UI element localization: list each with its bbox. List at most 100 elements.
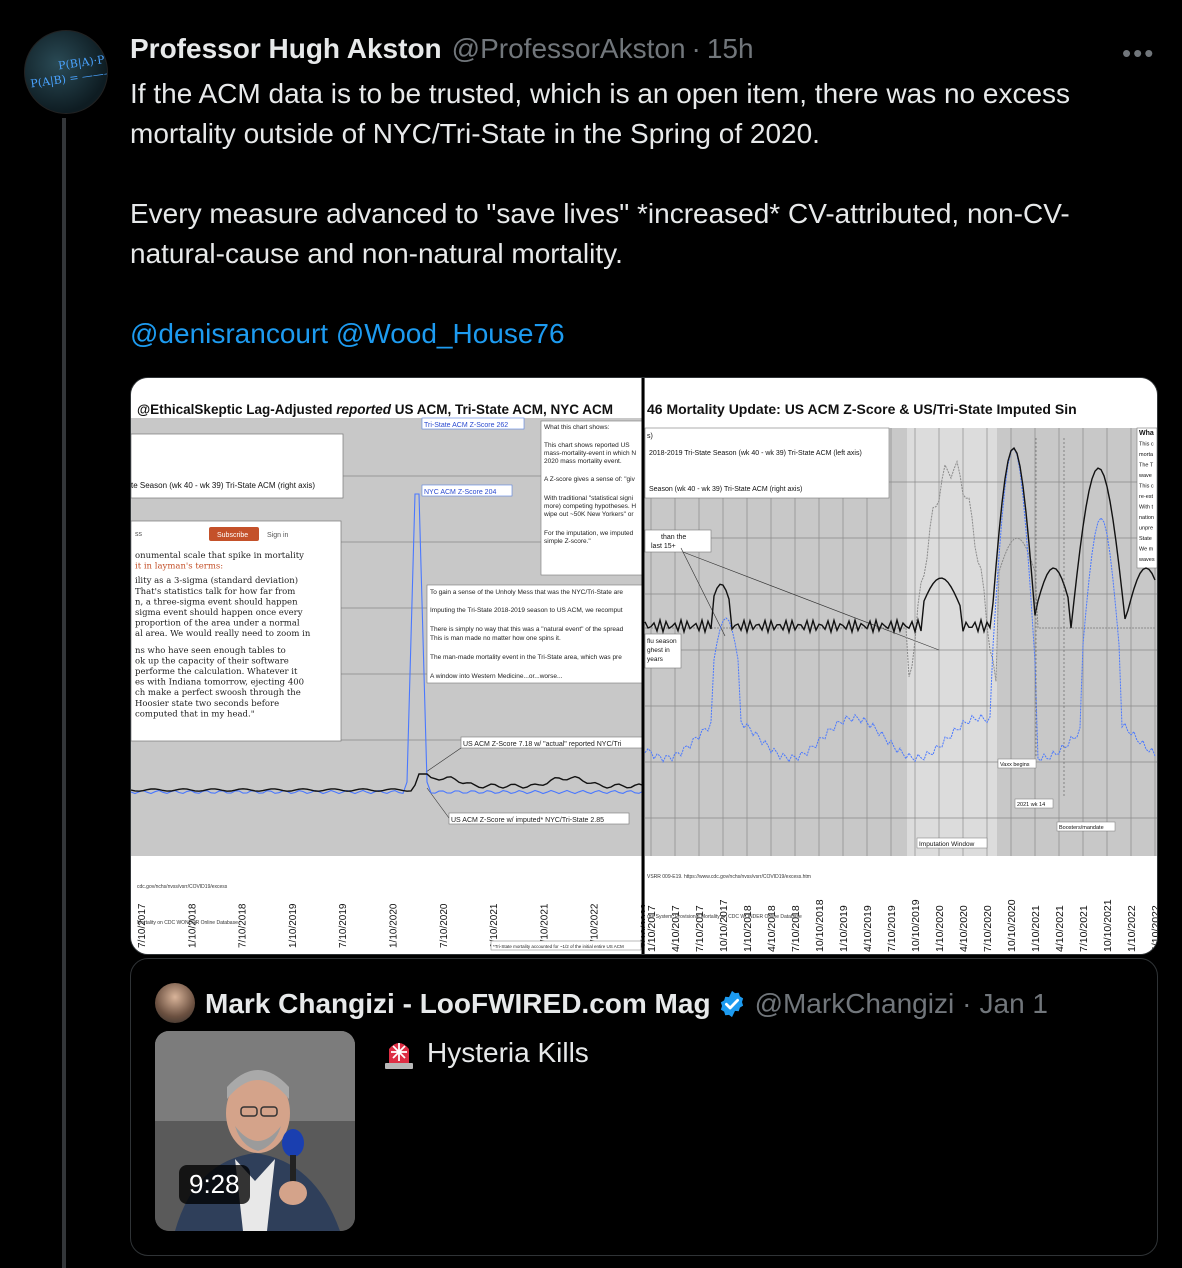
mention-denisrancourt[interactable]: @denisrancourt [130, 318, 328, 349]
what-chart-shows-line: This chart shows reported US [544, 442, 630, 449]
video-thumbnail[interactable]: 9:28 [155, 1031, 355, 1231]
left-source-1: cdc.gov/nchs/nvss/vsrr/COVID19/excess [137, 884, 228, 890]
left-legend-text: te Season (wk 40 - wk 39) Tri-State ACM … [131, 481, 315, 490]
unholy-mess-line: The man-made mortality event in the Tri-… [430, 654, 622, 661]
right-x-tick: 1/10/2022 [1126, 905, 1138, 952]
wk14-label: 2021 wk 14 [1017, 802, 1045, 808]
author-name[interactable]: Professor Hugh Akston [130, 33, 442, 65]
what-chart-shows-line: A Z-score gives a sense of: "giv [544, 476, 636, 483]
article-line: ch make a perfect swoosh through the [135, 688, 301, 698]
quoted-text-content: Hysteria Kills [427, 1037, 589, 1068]
what-chart-shows-line: more) competing hypotheses. H [544, 503, 636, 510]
right-x-tick: 4/10/2019 [862, 905, 874, 952]
right-box-line: This c [1139, 442, 1154, 448]
us-actual-label: US ACM Z-Score 7.18 w/ "actual" reported… [463, 741, 622, 748]
quoted-tweet-time[interactable]: Jan 1 [980, 988, 1049, 1020]
what-chart-shows-line: 2020 mass mortality event. [544, 458, 622, 465]
article-subscribe: Subscribe [217, 532, 248, 539]
tri-state-peak-label: Tri-State ACM Z-Score 262 [424, 422, 508, 429]
right-x-tick: 1/10/2019 [838, 905, 850, 952]
separator-dot: · [691, 33, 701, 64]
what-chart-shows-line: wipe out ~50K New Yorkers" or [543, 511, 634, 518]
author-avatar[interactable]: P(B|A)·P(A) P(A|B) = ———— P(B) [24, 30, 108, 114]
right-x-tick: 7/10/2020 [982, 905, 994, 952]
unholy-mess-line: Imputing the Tri-State 2018-2019 season … [430, 607, 623, 614]
right-box-line: We m [1139, 547, 1154, 553]
author-handle[interactable]: @ProfessorAkston [452, 33, 686, 65]
right-x-tick: 4/10/2020 [958, 905, 970, 952]
quoted-tweet[interactable]: Mark Changizi - LooFWIRED.com Mag @MarkC… [130, 958, 1158, 1256]
what-chart-shows-line: For the imputation, we imputed [544, 530, 634, 537]
right-x-tick: 10/10/2020 [1006, 899, 1018, 952]
right-box-line: wave [1138, 473, 1152, 479]
flu-note-line: years [647, 656, 664, 663]
what-chart-shows-line: What this chart shows: [544, 424, 610, 431]
right-legend-frag: s) [647, 433, 653, 440]
article-line: onumental scale that spike in mortality [135, 551, 304, 561]
right-chart-panel: 46 Mortality Update: US ACM Z-Score & US… [644, 378, 1157, 954]
right-x-tick: 10/10/2017 [718, 899, 730, 952]
article-sign-in: Sign in [267, 532, 289, 539]
tweet-text: If the ACM data is to be trusted, which … [130, 74, 1140, 354]
left-chart-title: @EthicalSkeptic Lag-Adjusted reported US… [137, 402, 613, 417]
quoted-author-handle[interactable]: @MarkChangizi [755, 988, 955, 1020]
right-box-line: With t [1139, 505, 1154, 511]
avatar-formula: P(B|A)·P(A) P(A|B) = ———— P(B) [28, 47, 107, 92]
flu-note-line: flu season [647, 638, 677, 645]
right-box-line: waves [1138, 557, 1155, 563]
verified-badge-icon [720, 990, 743, 1018]
right-x-tick: 7/10/2019 [886, 905, 898, 952]
us-imputed-label: US ACM Z-Score w/ imputed* NYC/Tri-State… [451, 817, 604, 824]
right-source-2: ure System, Provisional Mortality on CDC… [647, 914, 802, 920]
left-footnote: *Tri-State mortality accounted for ~1/2 … [493, 944, 624, 949]
article-line: performe the calculation. Whatever it [135, 667, 298, 677]
right-x-tick: 10/10/2018 [814, 899, 826, 952]
left-x-tick: 7/10/2018 [238, 903, 249, 948]
right-x-tick: 4/10/2017 [670, 905, 682, 952]
article-line: computed that in my head." [135, 709, 255, 719]
what-chart-shows-line: mass-mortality-event in which N [544, 450, 636, 457]
article-line: That's statistics talk for how far from [135, 587, 295, 597]
article-line: ok up the capacity of their software [135, 656, 289, 666]
article-line: al area. We would really need to zoom in [135, 629, 311, 639]
right-box-line: This c [1139, 484, 1154, 490]
article-line: ns who have seen enough tables to [135, 646, 286, 656]
video-duration: 9:28 [179, 1165, 250, 1204]
quoted-tweet-text: Hysteria Kills [381, 1031, 589, 1075]
tweet-paragraph-1: If the ACM data is to be trusted, which … [130, 78, 1071, 149]
tweet-image[interactable]: @EthicalSkeptic Lag-Adjusted reported US… [130, 377, 1158, 955]
right-box-line: State [1139, 536, 1152, 542]
left-chart-panel: @EthicalSkeptic Lag-Adjusted reported US… [131, 378, 651, 954]
quoted-separator-dot: · [962, 988, 972, 1019]
quoted-author-name[interactable]: Mark Changizi - LooFWIRED.com Mag [205, 988, 711, 1020]
boosters-label: Boosters/mandate [1059, 825, 1104, 831]
right-note-1: than the [661, 534, 686, 541]
vaxx-begins-label: Vaxx begins [1000, 762, 1030, 768]
right-chart-title: 46 Mortality Update: US ACM Z-Score & US… [647, 401, 1077, 417]
left-x-tick: 1/10/2019 [288, 903, 299, 948]
left-source-2: Mortality on CDC WONDER Online Database [137, 920, 238, 926]
right-box-line: The T [1139, 463, 1154, 469]
right-x-tick: 10/10/2019 [910, 899, 922, 952]
left-x-tick: 1/10/2020 [389, 903, 400, 948]
left-x-tick: 7/10/2020 [439, 903, 450, 948]
right-x-tick: 4/10/2022 [1150, 905, 1157, 952]
tweet-time[interactable]: 15h [707, 33, 754, 65]
right-x-tick: 1/10/2020 [934, 905, 946, 952]
right-note-2: last 15+ [651, 543, 676, 550]
right-box-line: Wha [1139, 430, 1154, 437]
right-box-line: re-est [1139, 494, 1154, 500]
article-nav: ss [135, 531, 143, 538]
quoted-tweet-header: Mark Changizi - LooFWIRED.com Mag @MarkC… [205, 985, 1048, 1023]
right-x-tick: 7/10/2021 [1078, 905, 1090, 952]
article-line: es with Indiana tomorrow, ejecting 400 [135, 678, 304, 688]
article-line: Hoosier state two seconds before [135, 699, 279, 709]
tweet-mentions: @denisrancourt @Wood_House76 [130, 314, 1140, 354]
mention-wood-house76[interactable]: @Wood_House76 [336, 318, 565, 349]
more-options-icon[interactable]: ••• [1122, 38, 1155, 69]
flu-note-line: ghest in [647, 647, 670, 654]
quoted-author-avatar[interactable] [155, 983, 195, 1023]
right-x-tick: 1/10/2021 [1030, 905, 1042, 952]
right-x-tick: 10/10/2021 [1102, 899, 1114, 952]
right-box-line: nation [1139, 515, 1154, 521]
